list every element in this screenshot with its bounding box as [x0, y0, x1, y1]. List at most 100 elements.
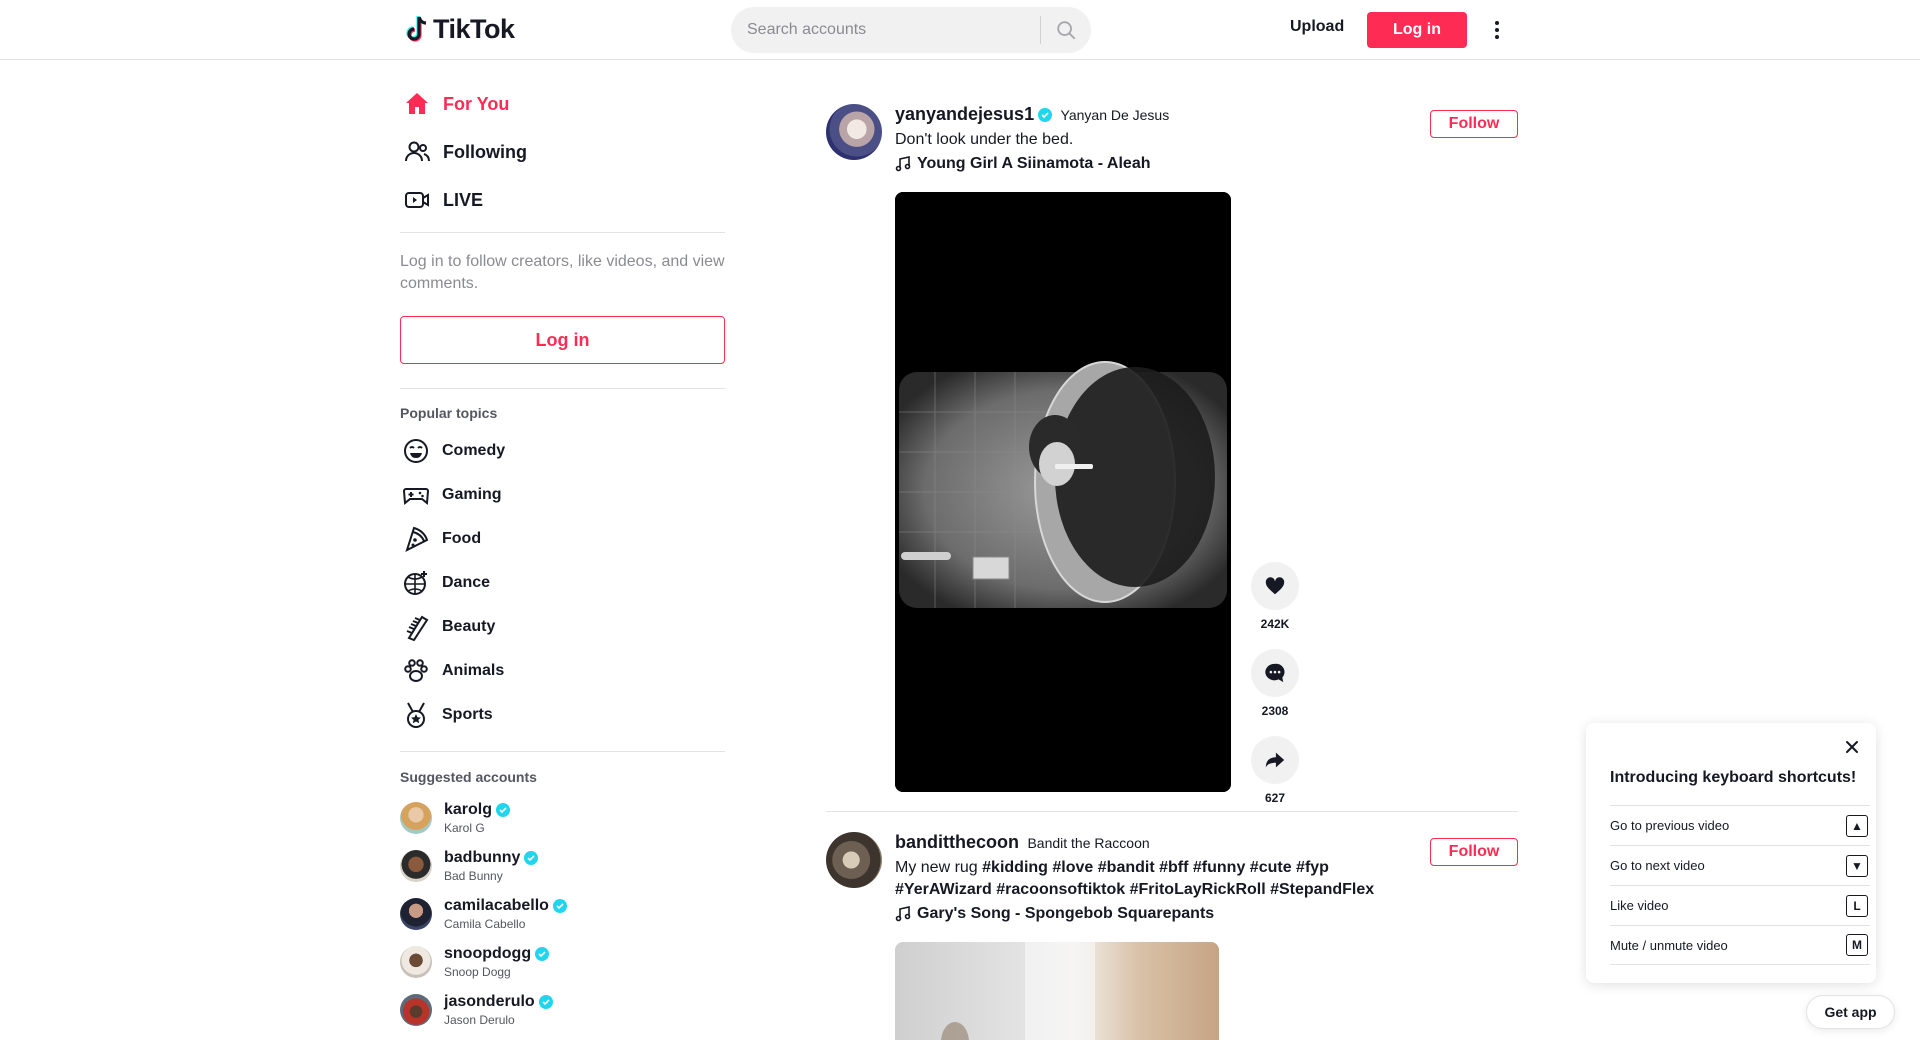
hashtag[interactable]: #love: [1052, 859, 1093, 876]
verified-badge-icon: [496, 803, 511, 817]
account-name: Karol G: [444, 821, 485, 835]
comment-count: 2308: [1261, 704, 1289, 718]
suggested-account-snoopdogg[interactable]: snoopdogg Snoop Dogg: [400, 945, 550, 979]
nav-live[interactable]: LIVE: [403, 186, 483, 214]
post-music-text: Gary's Song - Spongebob Squarepants: [917, 905, 1215, 922]
keycap: M: [1846, 934, 1868, 956]
sidebar-divider: [400, 388, 725, 389]
upload-link[interactable]: Upload: [1290, 18, 1344, 36]
home-icon: [406, 93, 428, 114]
close-icon[interactable]: [1844, 739, 1860, 755]
post-header: banditthecoon Bandit the Raccoon My new …: [895, 832, 1375, 923]
search-button[interactable]: [1041, 7, 1091, 53]
like-button[interactable]: [1251, 562, 1299, 610]
keyboard-shortcuts-popup: Introducing keyboard shortcuts! Go to pr…: [1586, 723, 1876, 983]
video-frame: [895, 192, 1231, 792]
hashtag[interactable]: #FritoLayRickRoll: [1130, 881, 1266, 898]
nav-for-you[interactable]: For You: [403, 90, 509, 118]
food-icon: [405, 526, 429, 552]
login-button[interactable]: Log in: [1367, 12, 1467, 48]
suggested-account-badbunny[interactable]: badbunny Bad Bunny: [400, 849, 539, 883]
avatar: [400, 946, 432, 978]
popup-title: Introducing keyboard shortcuts!: [1610, 769, 1857, 786]
suggested-account-jasonderulo[interactable]: jasonderulo Jason Derulo: [400, 993, 553, 1027]
post-avatar[interactable]: [826, 832, 882, 888]
heart-icon: [1265, 577, 1285, 595]
follow-button[interactable]: Follow: [1430, 110, 1518, 138]
account-name: Jason Derulo: [444, 1013, 515, 1027]
post-display-name: Yanyan De Jesus: [1060, 107, 1170, 123]
topic-animals[interactable]: Animals: [402, 657, 504, 685]
music-note-icon: [895, 156, 911, 172]
post-username[interactable]: banditthecoon: [895, 832, 1019, 853]
suggested-account-karolg[interactable]: karolg Karol G: [400, 801, 511, 835]
post-display-name: Bandit the Raccoon: [1027, 835, 1150, 851]
topic-label: Dance: [442, 574, 491, 591]
topic-comedy[interactable]: Comedy: [402, 437, 505, 465]
topic-label: Animals: [442, 662, 505, 679]
feed-post: yanyandejesus1 Yanyan De Jesus Don't loo…: [826, 104, 1518, 805]
account-username: snoopdogg: [444, 945, 532, 962]
shortcut-row: Go to next video ▼: [1610, 845, 1870, 885]
beauty-icon: [406, 615, 429, 641]
follow-button[interactable]: Follow: [1430, 838, 1518, 866]
video-frame: [941, 942, 1095, 1040]
sidebar-divider: [400, 751, 725, 752]
hashtag[interactable]: #YerAWizard: [895, 881, 992, 898]
keycap: ▼: [1846, 854, 1868, 877]
topic-label: Beauty: [442, 618, 496, 635]
verified-badge-icon: [552, 899, 567, 913]
post-description: My new rug #kidding #love #bandit #bff #…: [895, 857, 1375, 901]
hashtag[interactable]: #bff: [1159, 859, 1188, 876]
share-count: 627: [1264, 791, 1286, 805]
more-options-icon[interactable]: [1485, 16, 1509, 44]
avatar: [400, 802, 432, 834]
comment-icon: [1265, 663, 1285, 683]
shortcut-row: Go to previous video ▲: [1610, 805, 1870, 845]
gaming-icon: [402, 488, 430, 505]
get-app-button[interactable]: Get app: [1806, 995, 1895, 1029]
suggested-account-camilacabello[interactable]: camilacabello Camila Cabello: [400, 897, 567, 931]
sidebar-login-button[interactable]: Log in: [400, 316, 725, 364]
popular-topics-title: Popular topics: [400, 405, 498, 421]
shortcut-row: Mute / unmute video M: [1610, 925, 1870, 965]
comment-button[interactable]: [1251, 649, 1299, 697]
topic-beauty[interactable]: Beauty: [402, 613, 495, 641]
post-username[interactable]: yanyandejesus1: [895, 104, 1053, 125]
avatar: [400, 994, 432, 1026]
video-player[interactable]: [895, 192, 1231, 792]
topic-food[interactable]: Food: [402, 525, 481, 553]
tiktok-logo[interactable]: TikTok: [405, 14, 515, 45]
account-username: camilacabello: [444, 897, 549, 914]
topic-sports[interactable]: Sports: [402, 701, 493, 729]
share-button[interactable]: [1251, 736, 1299, 784]
account-username: karolg: [444, 801, 493, 818]
hashtag[interactable]: #StepandFlex: [1270, 881, 1374, 898]
nav-following[interactable]: Following: [403, 138, 527, 166]
account-name: Snoop Dogg: [444, 965, 511, 979]
post-avatar[interactable]: [826, 104, 882, 160]
sidebar: For You Following LIVE Log in to follow …: [400, 60, 725, 1040]
post-music-link[interactable]: Gary's Song - Spongebob Squarepants: [895, 905, 1375, 923]
search-bar: [731, 7, 1091, 53]
animals-icon: [404, 659, 428, 682]
topic-dance[interactable]: Dance: [402, 569, 490, 597]
top-header: TikTok Upload Log in: [0, 0, 1920, 60]
hashtag[interactable]: #fyp: [1296, 859, 1329, 876]
search-input[interactable]: [731, 7, 1040, 53]
shortcut-row: Like video L: [1610, 885, 1870, 925]
hashtag[interactable]: #funny: [1193, 859, 1245, 876]
music-note-icon: [895, 906, 911, 922]
hashtag[interactable]: #cute: [1250, 859, 1292, 876]
post-music-link[interactable]: Young Girl A Siinamota - Aleah: [895, 155, 1375, 173]
topic-gaming[interactable]: Gaming: [402, 481, 502, 509]
hashtag[interactable]: #bandit: [1098, 859, 1155, 876]
hashtag[interactable]: #racoonsoftiktok: [996, 881, 1125, 898]
post-description: Don't look under the bed.: [895, 131, 1074, 148]
topic-label: Gaming: [442, 486, 502, 503]
shortcut-label: Mute / unmute video: [1610, 937, 1728, 953]
following-icon: [405, 141, 430, 162]
nav-label: LIVE: [443, 189, 484, 210]
video-player[interactable]: [895, 942, 1219, 1040]
hashtag[interactable]: #kidding: [982, 859, 1048, 876]
